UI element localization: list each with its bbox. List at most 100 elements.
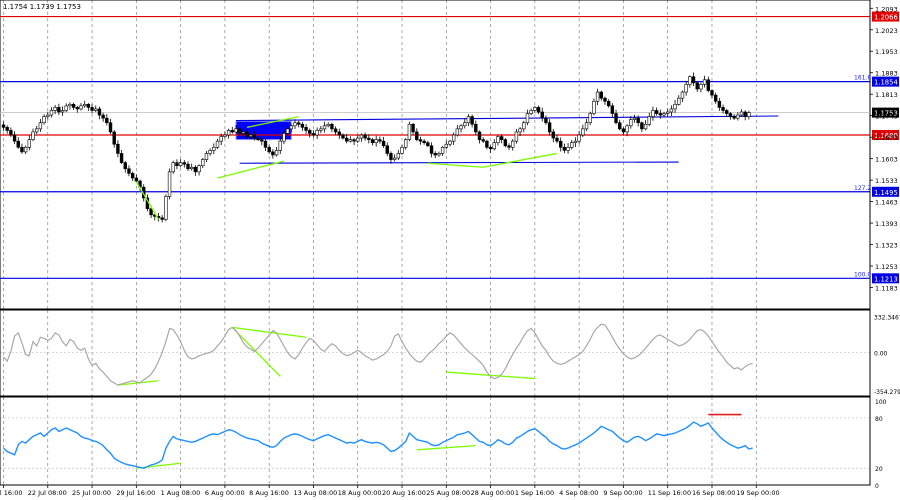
- price-tick-label: 1.1463: [875, 199, 898, 207]
- rsi-tick-label: 20: [875, 466, 883, 473]
- candle-body: [260, 139, 264, 142]
- candle-body: [728, 113, 733, 117]
- candle-body: [97, 108, 102, 116]
- candle-body: [444, 143, 448, 148]
- candle-body: [237, 128, 242, 134]
- candle-body: [90, 107, 94, 111]
- candle-body: [426, 142, 430, 147]
- candle-body: [429, 145, 434, 154]
- candle-body: [86, 104, 91, 108]
- candle-body: [411, 123, 415, 133]
- candle-body: [116, 143, 120, 154]
- candle-body: [562, 146, 567, 151]
- candle-body: [204, 153, 209, 160]
- candle-body: [105, 117, 109, 124]
- candle-body: [60, 110, 65, 113]
- time-label: 28 Aug 00:00: [471, 489, 515, 497]
- candle-body: [599, 91, 603, 99]
- candle-body: [71, 104, 76, 108]
- candle-body: [643, 123, 648, 130]
- level-price-label: 1.1854: [874, 79, 898, 87]
- candle-body: [695, 82, 699, 90]
- candle-body: [212, 146, 216, 151]
- candle-body: [673, 104, 677, 110]
- candle-body: [732, 116, 736, 119]
- price-tick-label: 1.1253: [875, 263, 898, 271]
- candle-body: [669, 108, 674, 113]
- time-label: 9 Sep 00:00: [603, 489, 642, 497]
- candle-body: [662, 113, 666, 116]
- candle-body: [451, 134, 456, 142]
- candle-body: [440, 146, 445, 154]
- candle-body: [322, 125, 327, 130]
- candle-body: [547, 122, 552, 133]
- candle-body: [108, 122, 113, 133]
- candle-body: [540, 111, 544, 119]
- time-label: 6 Aug 00:00: [205, 489, 245, 497]
- candle-body: [522, 122, 526, 130]
- candle-body: [289, 125, 294, 130]
- candle-body: [20, 146, 24, 153]
- candle-body: [219, 136, 223, 142]
- candle-body: [677, 97, 681, 105]
- candle-body: [38, 122, 43, 130]
- candle-body: [256, 137, 260, 140]
- candle-body: [555, 137, 559, 142]
- candle-body: [470, 116, 474, 125]
- candle-body: [319, 128, 323, 131]
- candle-body: [82, 104, 87, 107]
- candle-body: [49, 110, 54, 116]
- candle-body: [367, 137, 371, 140]
- candle-body: [42, 116, 46, 124]
- candle-body: [16, 140, 20, 148]
- candle-body: [35, 128, 39, 133]
- price-tick-label: 1.1603: [875, 156, 898, 164]
- candle-body: [739, 111, 744, 116]
- price-tick-label: 1.1883: [875, 70, 898, 78]
- candle-body: [285, 128, 290, 134]
- candle-body: [433, 153, 437, 156]
- candle-body: [422, 140, 426, 143]
- candle-body: [492, 142, 496, 150]
- candle-body: [348, 139, 353, 142]
- rsi-tick-label: 0: [875, 483, 879, 490]
- candle-body: [514, 131, 519, 142]
- candle-body: [577, 134, 581, 142]
- candle-body: [241, 131, 246, 134]
- candle-body: [488, 146, 493, 150]
- candle-body: [94, 108, 98, 111]
- time-label: 19 Sep 00:00: [736, 489, 779, 497]
- candle-body: [249, 134, 253, 137]
- candle-body: [511, 140, 515, 148]
- candle-body: [182, 162, 187, 165]
- candle-body: [164, 196, 168, 220]
- fib-label: 127.2: [854, 185, 871, 192]
- cci-tick-label: 332.3467: [874, 314, 900, 321]
- candle-body: [499, 136, 504, 140]
- candle-body: [518, 128, 522, 133]
- candle-body: [581, 128, 585, 136]
- fib-label: 161.8: [854, 75, 871, 82]
- candle-body: [215, 140, 220, 148]
- time-label: 20 Aug 16:00: [382, 489, 426, 497]
- candle-body: [651, 110, 655, 117]
- candle-body: [396, 153, 401, 159]
- candle-body: [79, 105, 83, 110]
- candle-body: [230, 130, 234, 133]
- cci-tick-label: 0.00: [874, 350, 888, 357]
- candle-body: [352, 139, 356, 142]
- price-tick-label: 1.1393: [875, 220, 898, 228]
- candle-body: [189, 166, 194, 170]
- candle-body: [721, 107, 725, 111]
- candle-body: [632, 117, 637, 120]
- candle-body: [223, 134, 227, 137]
- time-label: 25 Aug 08:00: [426, 489, 470, 497]
- price-tick-label: 1.1673: [875, 134, 898, 142]
- time-label: 22 Jul 08:00: [28, 489, 67, 497]
- candle-body: [485, 140, 489, 148]
- candle-body: [573, 140, 578, 143]
- candle-body: [629, 119, 633, 127]
- candle-body: [278, 140, 282, 151]
- candle-body: [267, 146, 271, 153]
- candle-body: [684, 84, 688, 93]
